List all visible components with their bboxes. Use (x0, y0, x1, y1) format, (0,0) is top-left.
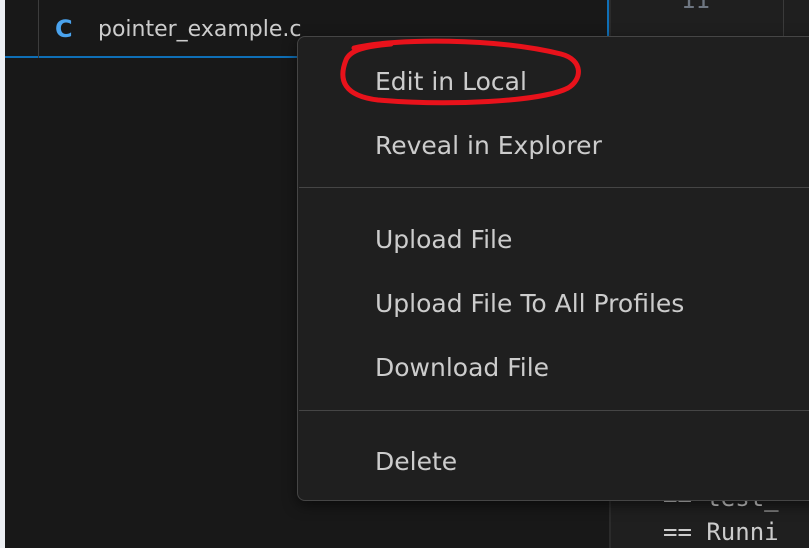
menu-separator (299, 410, 809, 411)
editor-ruler (783, 0, 784, 40)
menu-item-upload-file-to-all-profiles[interactable]: Upload File To All Profiles (299, 284, 809, 324)
menu-item-edit-in-local[interactable]: Edit in Local (299, 62, 809, 102)
menu-item-label: Delete (375, 447, 458, 476)
c-file-icon: C (55, 15, 73, 43)
menu-item-label: Download File (375, 353, 550, 382)
menu-separator (299, 187, 809, 188)
menu-item-reveal-in-explorer[interactable]: Reveal in Explorer (299, 126, 809, 166)
menu-item-label: Upload File To All Profiles (375, 289, 685, 318)
terminal-output-line: == Runni (663, 518, 779, 546)
indent-guide (38, 0, 39, 58)
menu-item-download-file[interactable]: Download File (299, 348, 809, 388)
file-name-label: pointer_example.c (98, 17, 302, 42)
menu-item-upload-file[interactable]: Upload File (299, 220, 809, 260)
menu-item-label: Upload File (375, 225, 513, 254)
line-number: 11 (681, 0, 710, 14)
menu-item-label: Reveal in Explorer (375, 131, 602, 160)
menu-item-label: Edit in Local (375, 67, 527, 96)
context-menu: Edit in Local Reveal in Explorer Upload … (297, 36, 809, 501)
app-window: C pointer_example.c 11 == test_ == Runni… (0, 0, 809, 548)
menu-item-delete[interactable]: Delete (299, 442, 809, 482)
